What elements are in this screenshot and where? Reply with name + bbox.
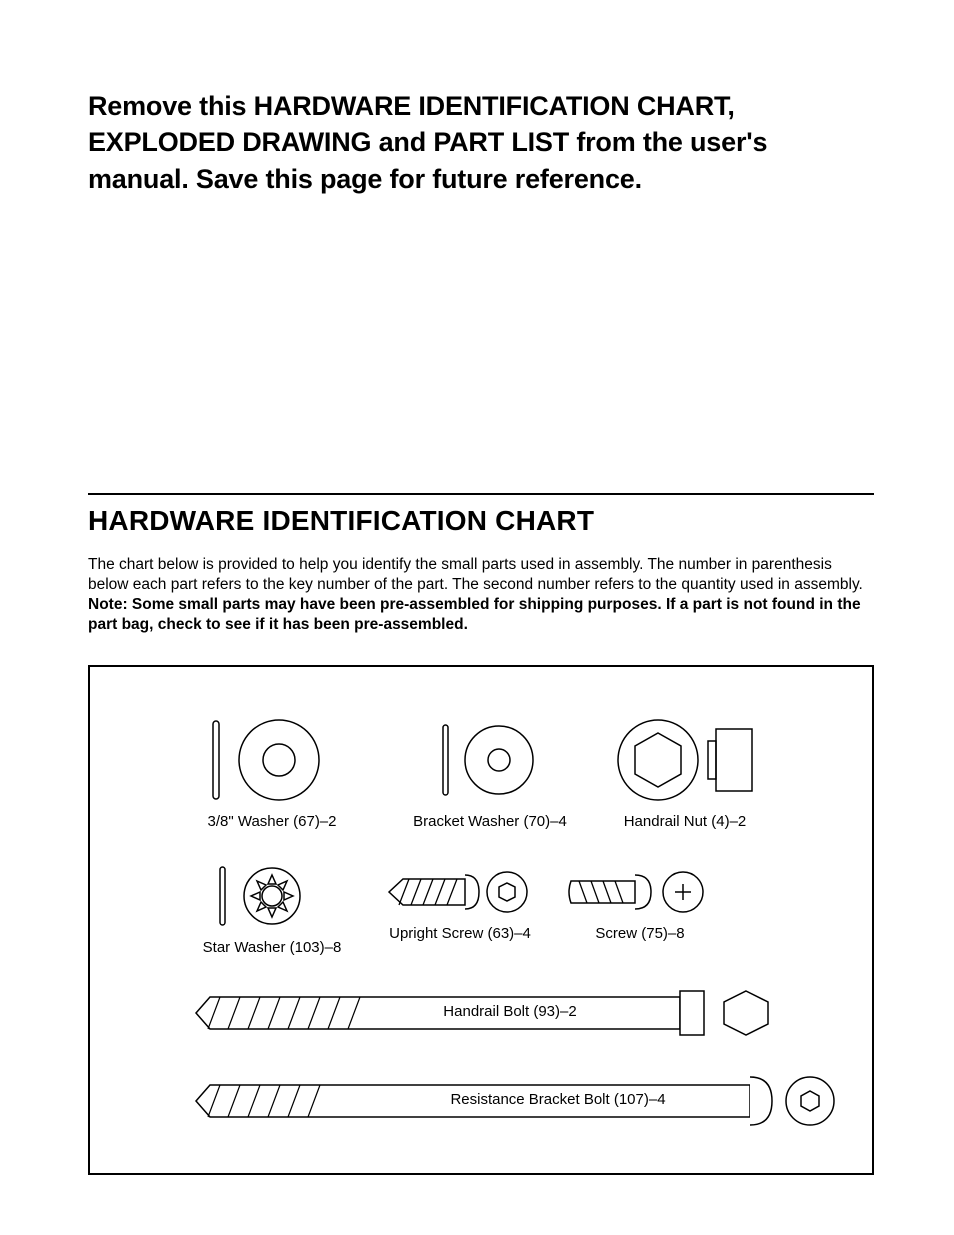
bracket-washer-icon <box>435 715 545 805</box>
bracket-washer-label: Bracket Washer (70)–4 <box>410 813 570 830</box>
desc-plain: The chart below is provided to help you … <box>88 556 863 593</box>
chart-description: The chart below is provided to help you … <box>88 555 874 634</box>
star-washer-icon <box>212 861 332 931</box>
divider <box>88 493 874 495</box>
intro-text: Remove this HARDWARE IDENTIFICATION CHAR… <box>88 88 874 197</box>
desc-bold: Note: Some small parts may have been pre… <box>88 596 861 633</box>
handrail-bolt-label: Handrail Bolt (93)–2 <box>390 1003 630 1020</box>
upright-screw-icon <box>385 867 535 917</box>
hardware-chart: 3/8" Washer (67)–2 Bracket Washer (70)–4… <box>88 665 874 1175</box>
screw-icon <box>565 867 715 917</box>
washer-icon <box>207 715 337 805</box>
resistance-bolt-label: Resistance Bracket Bolt (107)–4 <box>418 1091 698 1108</box>
washer-38-label: 3/8" Washer (67)–2 <box>192 813 352 830</box>
section-title: HARDWARE IDENTIFICATION CHART <box>88 505 874 537</box>
star-washer-label: Star Washer (103)–8 <box>192 939 352 956</box>
upright-screw-label: Upright Screw (63)–4 <box>370 925 550 942</box>
screw-label: Screw (75)–8 <box>560 925 720 942</box>
handrail-nut-icon <box>610 715 760 805</box>
handrail-nut-label: Handrail Nut (4)–2 <box>600 813 770 830</box>
